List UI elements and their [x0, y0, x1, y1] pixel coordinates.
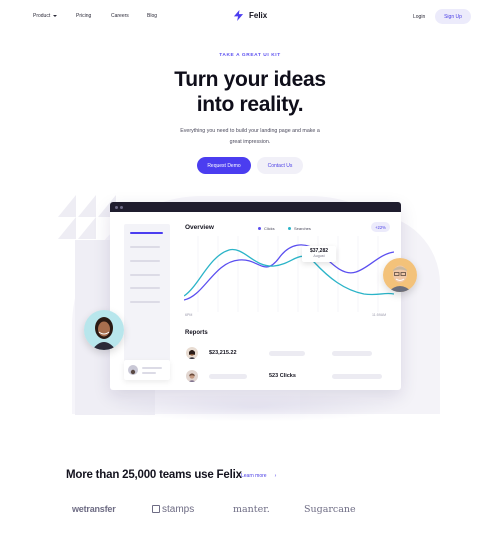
legend-label: Clicks [264, 226, 275, 231]
top-navigation: Product Pricing Careers Blog Felix Login… [0, 0, 500, 34]
brand-name: Felix [249, 11, 268, 20]
user-avatar-right [383, 258, 417, 292]
window-dot [115, 205, 118, 209]
sidebar-active-item[interactable] [130, 232, 163, 235]
reports-title: Reports [185, 330, 208, 336]
nav-item-product-label: Product [33, 13, 51, 19]
window-dot [120, 205, 123, 209]
lightning-bolt-icon [233, 10, 244, 21]
learn-more-label: Learn more [241, 473, 267, 479]
sidebar-item[interactable] [130, 246, 160, 248]
hero-headline: Turn your ideas into reality. [0, 67, 500, 117]
overview-title: Overview [185, 224, 214, 231]
chevron-down-icon [53, 14, 58, 17]
hero-eyebrow: TAKE A GREAT UI KIT [219, 53, 281, 58]
legend-label: Searches [294, 226, 311, 231]
hero-subtext: Everything you need to build your landin… [180, 128, 320, 145]
stamp-icon [152, 505, 160, 513]
social-proof-headline: More than 25,000 teams use Felix [66, 469, 242, 481]
nav-item-blog[interactable]: Blog [147, 13, 157, 19]
sign-up-button[interactable]: Sign Up [435, 9, 471, 24]
series-clicks-line [184, 244, 394, 301]
chart-tooltip: $37,282 August [302, 246, 336, 262]
user-chip[interactable] [124, 360, 170, 380]
logo-sugarcane: Sugarcane [304, 504, 356, 515]
chip-text-line [142, 372, 156, 374]
window-title-bar [110, 202, 401, 212]
axis-start-label: 6PM [185, 313, 193, 317]
chevron-right-icon: › [274, 473, 277, 479]
overview-line-chart [184, 236, 394, 312]
report-placeholder [209, 374, 247, 379]
nav-item-pricing[interactable]: Pricing [76, 13, 91, 19]
logo-wetransfer: wetransfer [72, 504, 116, 514]
logo-stamps: stamps [152, 504, 194, 515]
logo-manter: manter. [233, 504, 270, 515]
sidebar-item[interactable] [130, 260, 160, 262]
brand-logo[interactable]: Felix [233, 10, 267, 21]
hero-headline-line-2: into reality. [196, 93, 304, 116]
report-value-clicks: 523 Clicks [269, 373, 296, 379]
avatar [128, 365, 138, 375]
request-demo-button[interactable]: Request Demo [197, 157, 251, 174]
legend-dot [258, 227, 261, 230]
login-link[interactable]: Login [413, 14, 425, 20]
hero-headline-line-1: Turn your ideas [174, 68, 326, 91]
dashboard-preview: Overview Clicks Searches +22% $37,282 Au… [110, 202, 401, 390]
axis-end-label: 11:59AM [372, 313, 387, 317]
sidebar-item[interactable] [130, 301, 160, 303]
growth-badge: +22% [371, 222, 390, 232]
report-placeholder [332, 351, 372, 356]
nav-item-careers[interactable]: Careers [111, 13, 129, 19]
legend-dot [288, 227, 291, 230]
report-avatar [186, 370, 198, 382]
nav-item-product[interactable]: Product [33, 13, 58, 19]
tooltip-label: August [313, 254, 325, 258]
sidebar-item[interactable] [130, 287, 160, 289]
logo-stamps-text: stamps [162, 504, 195, 515]
legend-clicks: Clicks [258, 226, 275, 231]
report-avatar [186, 347, 198, 359]
learn-more-link[interactable]: Learn more › [241, 473, 276, 479]
dashboard-sidebar [124, 224, 170, 380]
sidebar-item[interactable] [130, 274, 160, 276]
report-value-revenue: $23,215.22 [209, 350, 237, 356]
chip-text-line [142, 367, 162, 369]
dashboard-shadow [110, 392, 400, 422]
report-placeholder [332, 374, 382, 379]
contact-us-button[interactable]: Contact Us [257, 157, 303, 174]
user-avatar-left [84, 310, 124, 350]
legend-searches: Searches [288, 226, 311, 231]
report-placeholder [269, 351, 305, 356]
